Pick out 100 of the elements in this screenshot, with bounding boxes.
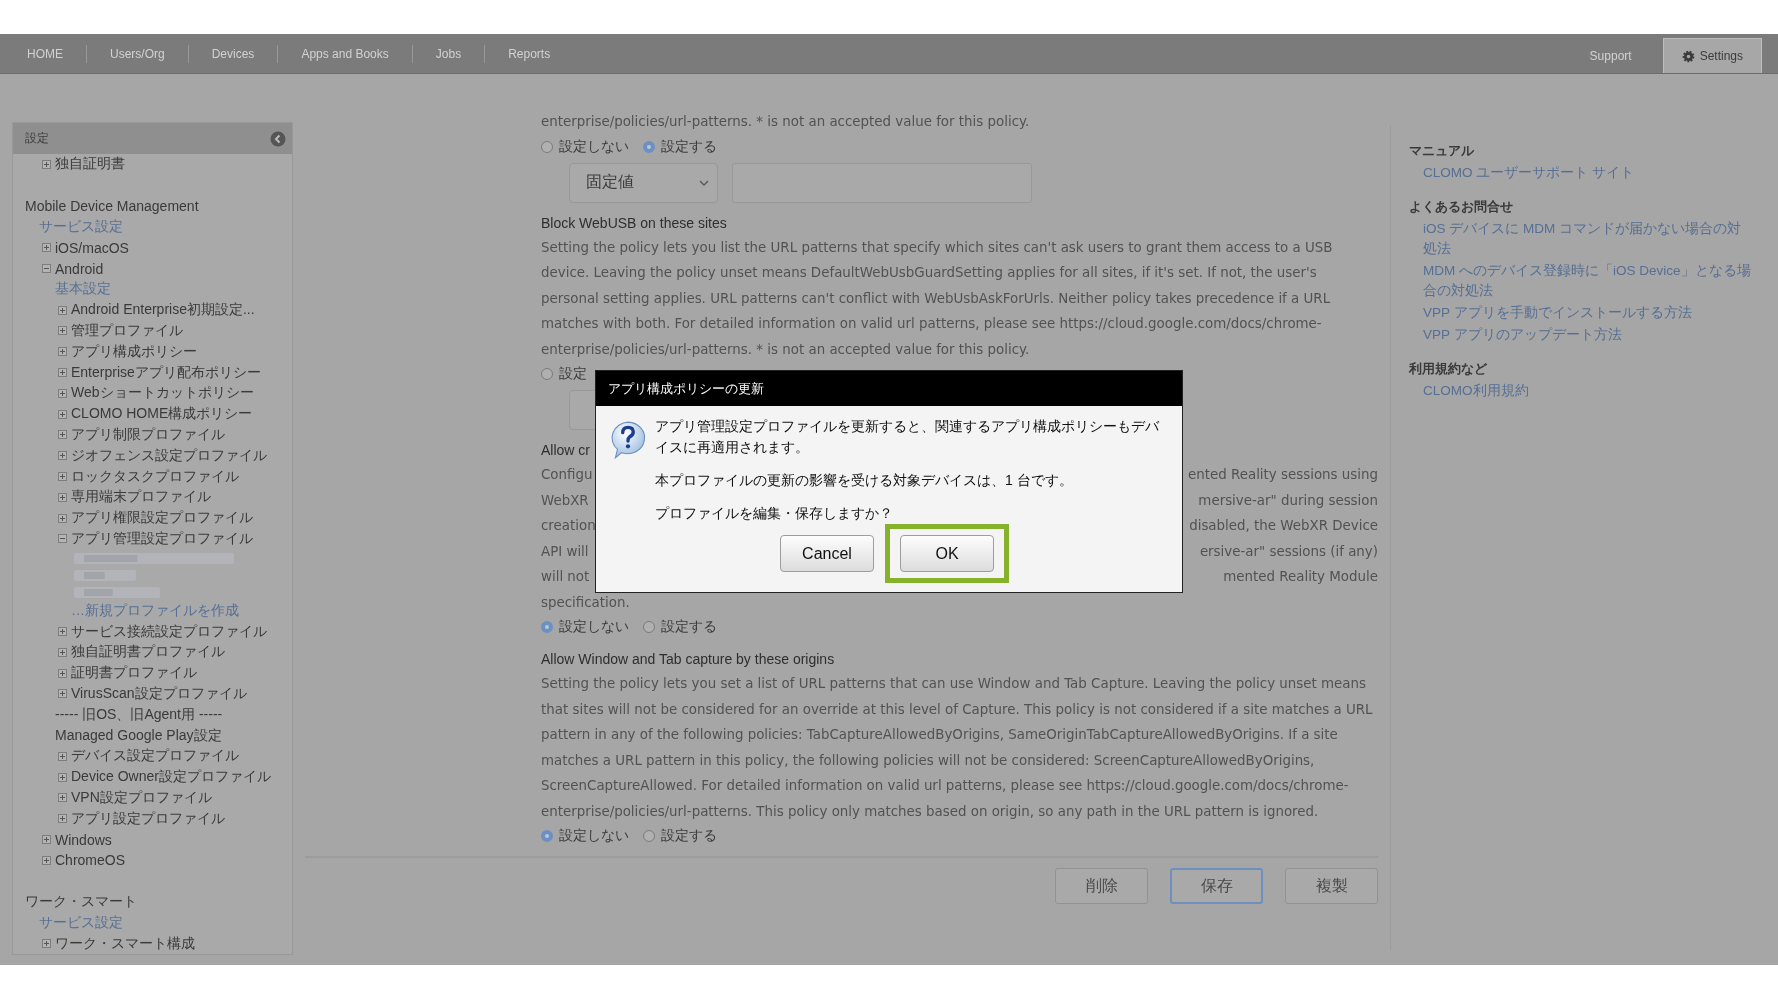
group-title: Mobile Device Management [24,197,200,217]
plus-icon[interactable] [58,793,67,803]
chevron-down-icon [699,179,709,186]
dialog-button[interactable]: OK [900,535,994,572]
tree-item[interactable]: VPN設定プロファイル [71,788,212,807]
tree-item[interactable]: ロックタスクプロファイル [71,467,239,486]
dialog-message: 本プロファイルの更新の影響を受ける対象デバイスは、1 台です。 [655,471,1074,490]
policy-title: Block WebUSB on these sites [541,213,727,233]
action-button[interactable]: 保存 [1170,868,1263,904]
plus-icon[interactable] [58,368,67,378]
plus-icon[interactable] [42,835,51,844]
plus-icon[interactable] [58,814,67,824]
nav-tab[interactable]: Support [1566,39,1655,73]
tree-item[interactable]: 管理プロファイル [71,321,183,340]
description-fragment: ersive-ar" sessions (if any) [1199,542,1378,561]
tree-item[interactable]: 独自証明書プロファイル [71,643,225,662]
tree-item[interactable]: ジオフェンス設定プロファイル [71,446,267,465]
policy-description: specification. [541,593,631,612]
tree-item[interactable]: ChromeOS [55,852,126,869]
plus-icon[interactable] [58,451,67,461]
gear-icon [1681,49,1695,63]
tree-item[interactable]: 証明書プロファイル [71,664,197,683]
tree-item[interactable]: アプリ設定プロファイル [71,809,225,828]
description-fragment: API will [541,542,589,561]
description-fragment: disabled, the WebXR Device [1189,517,1378,535]
radio-option[interactable]: 設定する [643,827,717,845]
radio-option[interactable]: 設定しない [541,618,629,636]
dialog-message: アプリ管理設定プロファイルを更新すると、関連するアプリ構成ポリシーもデバイスに再適用されます。 [655,417,1160,457]
help-section-title: 利用規約など [1409,360,1488,378]
tree-item[interactable]: 独自証明書 [55,155,125,174]
policy-description: Setting the policy lets you list the URL patterns that specify which sites can't ask users to grant them access to a USB device. Leaving the policy unset means DefaultWebUsbGuardSetting applies for all sites, if it's set. If not, the user's personal setting applies. URL patterns can't conflict with WebUsbAskForUrls. Neither policy takes precedence if a URL matches with both. For detailed information on valid url patterns, please see https://cloud.google.com/docs/chrome-enterprise/policies/url-patterns. * is not an accepted value for this policy. [541,238,1334,359]
description-fragment: Configu [541,466,593,484]
plus-icon[interactable] [58,409,67,419]
tree-item[interactable]: VirusScan設定プロファイル [71,684,247,703]
dialog-button[interactable]: Cancel [780,535,874,572]
tree-item[interactable]: サービス接続設定プロファイル [71,622,267,641]
radio-option[interactable]: 設定する [643,618,717,636]
group-title: ワーク・スマート [24,892,138,912]
tree-item[interactable]: Windows [55,831,112,848]
help-section-title: よくあるお問合せ [1409,198,1514,216]
nav-tab[interactable]: Settings [1662,38,1762,73]
plus-icon[interactable] [58,772,67,782]
plus-icon[interactable] [58,492,67,502]
radio-option[interactable]: 設定 [541,365,587,383]
radio-option[interactable]: 設定しない [541,827,629,845]
question-icon [609,420,647,460]
back-icon[interactable] [270,130,286,147]
plus-icon[interactable] [42,939,51,949]
dialog-title: アプリ構成ポリシーの更新 [608,379,764,398]
plus-icon[interactable] [58,513,67,523]
dialog-message: プロファイルを編集・保存しますか？ [655,504,894,523]
nav-tab[interactable]: Apps and Books [278,33,412,74]
tree-item[interactable]: アプリ権限設定プロファイル [71,509,253,528]
plus-icon[interactable] [42,243,51,253]
plus-icon[interactable] [42,855,51,865]
sidebar-title: 設定 [25,130,49,147]
plus-icon[interactable] [58,627,67,637]
nav-tab[interactable]: Users/Org [87,33,188,74]
tree-item[interactable]: アプリ管理設定プロファイル [71,529,253,548]
tree-item[interactable]: iOS/macOS [55,239,129,256]
minus-icon[interactable] [42,264,51,274]
tree-item[interactable]: アプリ制限プロファイル [71,425,225,444]
policy-description: Setting the policy lets you set a list of URL patterns that can use Window and Tab Capture. Leaving the policy unset means that sites will not be considered for an override at this level of Capture. This policy is not considered if a site matches a URL pattern in any of the following policies: TabCaptureAllowedByOrigins, SameOriginTabCaptureAllowedByOrigins. If a site matches a URL pattern in this policy, the following policies will not be considered: ScreenCaptureAllowedByOrigins, ScreenCaptureAllowed. For detailed information on valid url patterns, please see https://cloud.google.com/docs/chrome-enterprise/policies/url-patterns. This policy only matches based on origin, so any path in the URL pattern is ignored. [541,675,1374,821]
tree-item[interactable]: Android [55,260,104,277]
plus-icon[interactable] [58,430,67,440]
tree-item[interactable]: アプリ構成ポリシー [71,342,197,361]
plus-icon[interactable] [42,159,51,169]
plus-icon[interactable] [58,668,67,678]
action-button[interactable]: 複製 [1285,868,1378,904]
plus-icon[interactable] [58,751,67,761]
policy-title: Allow Window and Tab capture by these origins [541,650,835,669]
radio-option[interactable]: 設定する [643,137,717,156]
description-fragment: will not [541,568,590,586]
tree-item[interactable]: 専用端末プロファイル [71,488,211,507]
plus-icon[interactable] [58,689,67,699]
action-button[interactable]: 削除 [1055,868,1148,904]
tree-item[interactable]: CLOMO HOME構成ポリシー [71,405,253,424]
radio-option[interactable]: 設定しない [541,137,629,156]
select-field[interactable]: 固定値 [569,162,718,203]
plus-icon[interactable] [58,326,67,336]
plus-icon[interactable] [58,472,67,482]
nav-tab[interactable]: HOME [4,33,86,74]
nav-tab[interactable]: Reports [485,33,574,74]
tree-item[interactable]: Webショートカットポリシー [71,384,254,403]
sidebar-label: Managed Google Play設定 [55,726,222,745]
minus-icon[interactable] [58,534,67,544]
plus-icon[interactable] [58,388,67,398]
tree-item[interactable]: ワーク・スマート構成 [55,934,195,953]
plus-icon[interactable] [58,347,67,357]
description-fragment: mersive-ar" during session [1198,491,1378,510]
tree-item[interactable]: デバイス設定プロファイル [71,747,239,766]
tree-item[interactable]: Android Enterprise初期設定... [71,301,255,320]
tree-item[interactable]: Device Owner設定プロファイル [71,768,271,787]
plus-icon[interactable] [58,647,67,657]
description-fragment: WebXR [541,491,589,510]
tree-item[interactable]: Enterpriseアプリ配布ポリシー [71,363,261,382]
description-fragment: mented Reality Module [1223,568,1378,586]
nav-tab[interactable]: Devices [188,33,278,74]
nav-tab[interactable]: Jobs [412,33,485,74]
plus-icon[interactable] [58,305,67,315]
